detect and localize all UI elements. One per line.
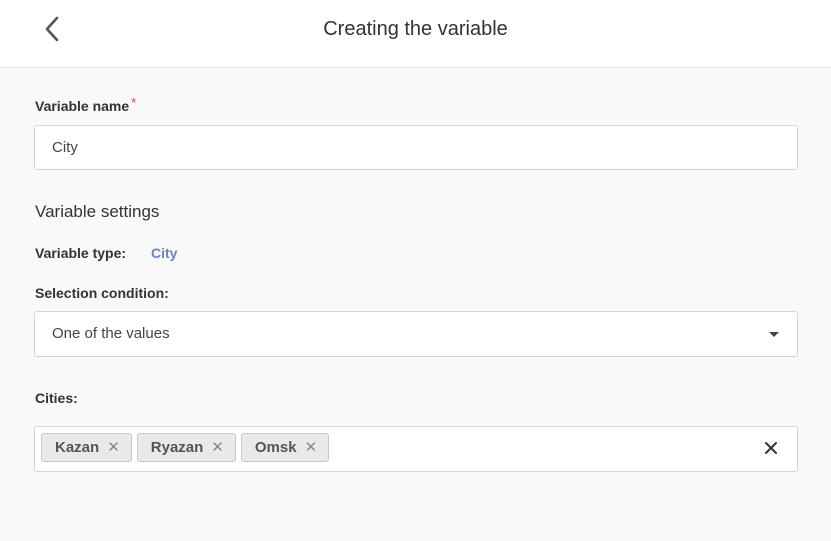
variable-name-field[interactable] <box>34 125 798 170</box>
cities-label: Cities: <box>35 390 78 406</box>
city-tags: Kazan ✕ Ryazan ✕ Omsk ✕ <box>41 433 330 462</box>
required-mark: * <box>131 95 137 110</box>
selection-condition-label: Selection condition: <box>35 285 169 301</box>
variable-name-label-text: Variable name <box>35 98 130 114</box>
caret-down-icon <box>769 332 779 337</box>
variable-type-label: Variable type: <box>35 245 127 261</box>
tag-label: Ryazan <box>150 439 204 456</box>
remove-tag-icon[interactable]: ✕ <box>305 440 318 455</box>
tag-label: Omsk <box>254 439 297 456</box>
remove-tag-icon[interactable]: ✕ <box>107 440 120 455</box>
city-tag-ryazan: Ryazan ✕ <box>136 433 236 462</box>
city-tag-kazan: Kazan ✕ <box>41 433 132 462</box>
selection-condition-select[interactable]: One of the values <box>34 311 798 357</box>
cities-multiselect[interactable]: Kazan ✕ Ryazan ✕ Omsk ✕ <box>34 426 798 472</box>
clear-all-icon[interactable] <box>763 440 779 456</box>
variable-settings-title: Variable settings <box>35 202 160 221</box>
variable-name-label: Variable name * <box>35 95 137 114</box>
remove-tag-icon[interactable]: ✕ <box>211 440 224 455</box>
header-bar: Creating the variable <box>0 0 831 68</box>
variable-name-input[interactable] <box>35 126 797 169</box>
city-tag-omsk: Omsk ✕ <box>240 433 330 462</box>
selection-condition-value: One of the values <box>52 325 170 342</box>
tag-label: Kazan <box>55 439 100 456</box>
variable-type-value: City <box>151 245 178 261</box>
page-title: Creating the variable <box>323 18 508 40</box>
